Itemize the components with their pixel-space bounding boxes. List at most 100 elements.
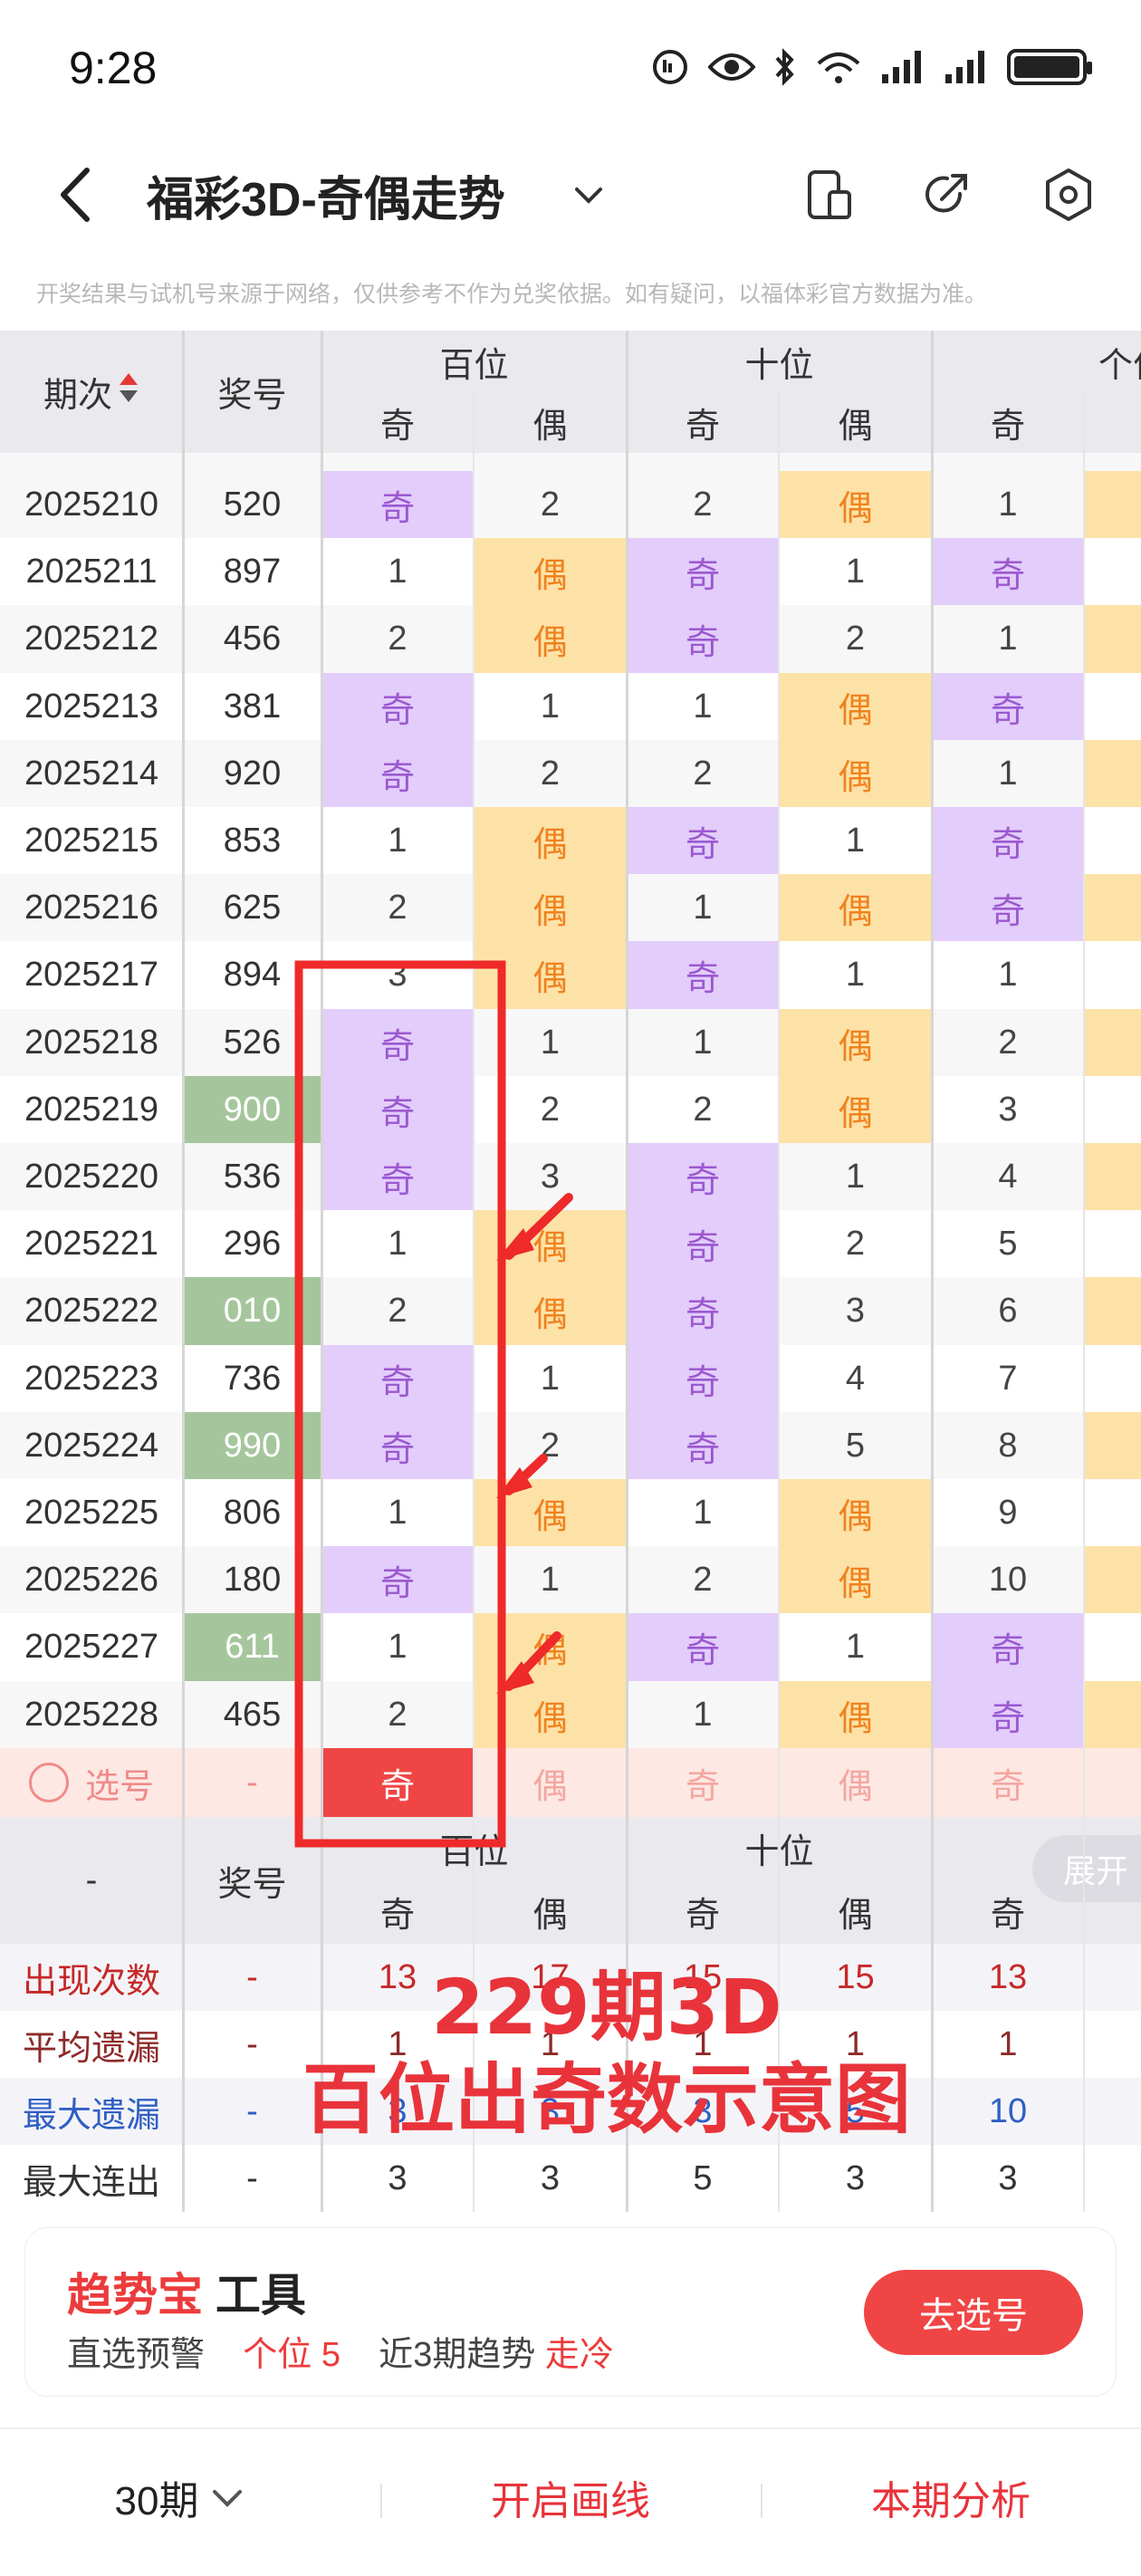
chevron-down-icon [575,187,602,204]
annotation-caption: 229期3D 百位出奇数示意图 [272,1961,942,2146]
phone-split-button[interactable] [797,163,860,226]
trend-cell: 1 [540,1024,561,1062]
trend-cell: 奇 [627,941,779,1009]
number-cell: 010 [183,1277,321,1345]
share-button[interactable] [915,163,978,226]
trend-cell: 2 [998,1024,1018,1062]
select-ball[interactable]: 奇 [932,1748,1084,1817]
trend-cell: 2 [388,620,408,658]
stats-value: 5 [693,2158,713,2197]
trend-cell: 奇 [627,1613,779,1681]
number-cell: 900 [183,1076,321,1144]
number-cell: 520 [223,485,282,524]
header-period[interactable]: 期次 [0,331,183,453]
trend-cell [1084,1009,1141,1077]
alarm-off-icon [650,45,690,89]
select-label-text: 选号 [84,1767,154,1806]
page-title[interactable]: 福彩3D-奇偶走势 [147,161,505,229]
bottom-action-bar: 30期 开启画线 本期分析 [0,2427,1141,2576]
trend-cell [1084,740,1141,808]
trend-cell: 奇 [627,538,779,606]
sub-header: 奇 [379,408,415,446]
expand-button[interactable]: 展开 [1032,1835,1141,1902]
trend-cell: 1 [693,1696,713,1734]
grid-line [1083,392,1085,2212]
bottom-separator [380,2484,382,2518]
battery-charging-icon [1007,45,1092,89]
trend-cell: 1 [998,956,1018,994]
period-cell: 2025226 [24,1561,158,1599]
select-ball[interactable]: 奇 [627,1748,779,1817]
period-count-dropdown[interactable]: 30期 [63,2429,299,2565]
number-cell: 611 [183,1613,321,1681]
back-button[interactable] [51,163,105,226]
trend-tool-card[interactable]: 趋势宝 工具 直选预警 个位 5 近3期趋势 走冷 去选号 [25,2228,1116,2396]
trend-cell: 奇 [932,807,1084,875]
trend-cell: 1 [845,956,866,994]
number-cell: 853 [223,822,282,860]
trend-cell: 1 [998,620,1018,658]
signal-icon [880,45,925,89]
trend-cell: 9 [998,1494,1018,1532]
trend-cell: 2 [693,1561,713,1599]
sort-icon[interactable] [118,370,139,415]
number-cell: 920 [223,755,282,793]
trend-cell [1084,1345,1141,1413]
period-count-label: 30期 [114,2479,199,2523]
tool-subtitle: 直选预警 个位 5 近3期趋势 走冷 [67,2326,614,2376]
trend-cell: 2 [845,1225,866,1263]
number-cell: 381 [223,687,282,726]
trend-cell: 奇 [627,605,779,673]
trend-cell: 2 [388,1696,408,1734]
trend-cell: 奇 [627,1210,779,1278]
trend-cell: 偶 [474,807,627,875]
stats-header-number: 奖号 [217,1865,287,1904]
annotation-line-2: 百位出奇数示意图 [302,2055,911,2144]
select-ball[interactable]: 偶 [474,1748,627,1817]
period-cell: 2025222 [24,1292,158,1330]
sub-header: 奇 [685,408,720,446]
trend-cell: 偶 [779,673,932,741]
period-cell: 2025223 [24,1360,158,1398]
trend-cell: 1 [845,1158,866,1196]
grid-line [473,392,475,2212]
trend-cell: 奇 [932,673,1084,741]
trend-cell: 偶 [474,1479,627,1547]
trend-cell: 5 [845,1427,866,1465]
select-ball[interactable]: 偶 [779,1748,932,1817]
trend-cell: 奇 [321,1009,474,1077]
trend-cell [1084,1546,1141,1614]
stats-label: 出现次数 [22,1962,160,2001]
grid-line [931,331,934,2212]
title-dropdown-button[interactable] [566,172,611,217]
grid-line [321,331,323,2212]
draw-lines-button[interactable]: 开启画线 [426,2429,715,2565]
trend-cell: 1 [845,1628,866,1666]
phone-split-icon [808,170,851,219]
select-ball[interactable]: 奇 [321,1748,474,1817]
grid-line [182,331,185,2212]
trend-cell: 奇 [627,807,779,875]
period-cell: 2025215 [24,822,158,860]
trend-cell: 奇 [321,1076,474,1144]
wifi-6-icon [815,45,862,89]
select-number: - [246,1763,258,1802]
trend-cell: 1 [693,1024,713,1062]
trend-cell: 3 [998,1091,1018,1129]
number-cell: 526 [223,1024,282,1062]
trend-cell: 偶 [474,538,627,606]
trend-cell: 1 [845,822,866,860]
trend-cell: 8 [998,1427,1018,1465]
settings-button[interactable] [1037,163,1100,226]
circle-radio-icon[interactable] [28,1763,69,1802]
stats-value: 1 [998,2024,1018,2063]
stats-sub-header: 奇 [379,1896,415,1935]
bottom-separator [761,2484,762,2518]
trend-cell [1084,1681,1141,1749]
period-analysis-button[interactable]: 本期分析 [797,2429,1105,2565]
go-select-button[interactable]: 去选号 [864,2270,1083,2355]
number-cell: 536 [223,1158,282,1196]
trend-cell: 奇 [932,1613,1084,1681]
trend-table: 期次奖号百位十位个位奇偶奇偶奇2025210520奇22偶12025211897… [0,331,1141,2212]
stats-sub-header: 偶 [838,1896,873,1935]
